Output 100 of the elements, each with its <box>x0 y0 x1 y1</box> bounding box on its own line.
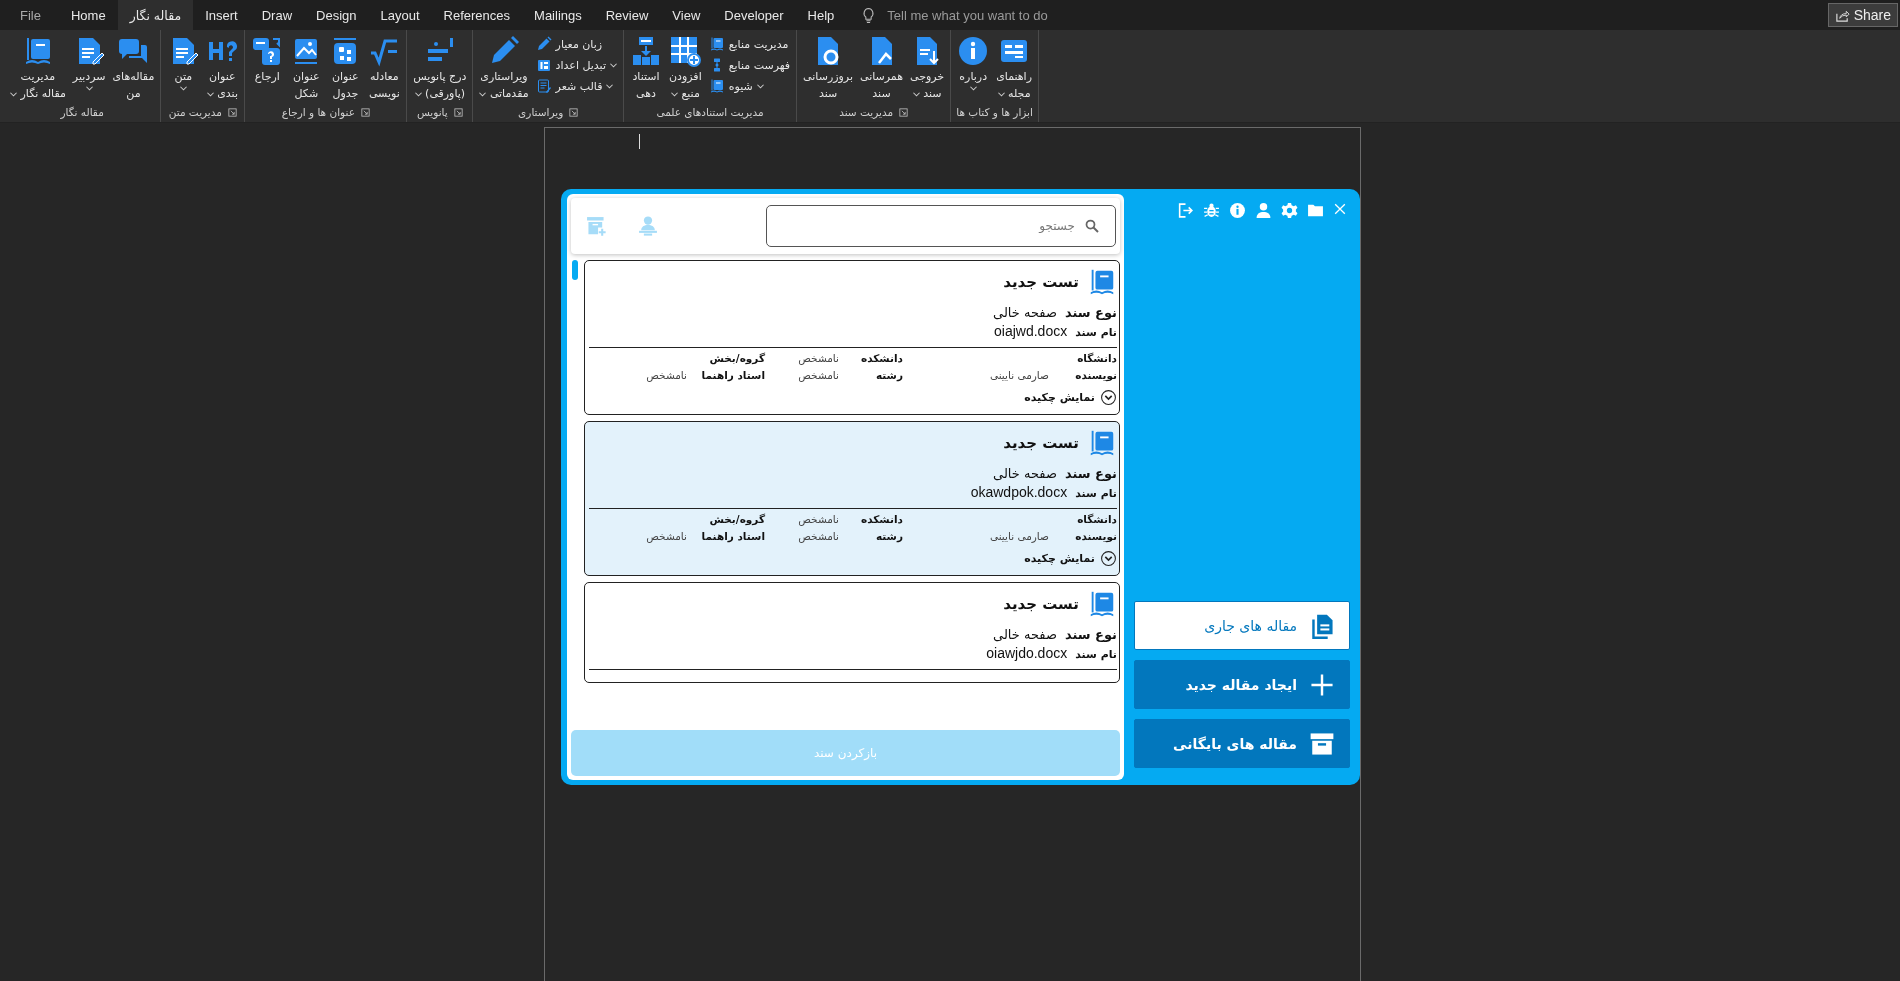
show-abstract-toggle[interactable]: نمایش چکیده <box>1024 389 1117 406</box>
show-abstract-toggle[interactable]: نمایش چکیده <box>1024 550 1117 567</box>
info-label: دانشگاه <box>1076 513 1117 525</box>
card-title: تست جدید <box>1003 595 1079 613</box>
plus-icon <box>1309 671 1335 698</box>
ribbon-button[interactable]: مدیریت مقاله نگار <box>7 33 69 103</box>
ribbon-button[interactable]: عنوان جدول <box>326 33 365 103</box>
ribbon-button[interactable]: راهنمای مجله <box>993 33 1035 103</box>
user-desk-icon <box>637 215 659 237</box>
group-label: مدیریت متن <box>168 106 222 118</box>
share-button[interactable]: Share <box>1827 3 1898 27</box>
nav-button[interactable]: مقاله های جاری <box>1134 601 1350 650</box>
close-icon <box>1333 202 1347 216</box>
ribbon-tab[interactable]: File <box>0 0 59 30</box>
info-label: استاد راهنما <box>700 369 765 381</box>
ribbon-tab[interactable]: Home <box>58 0 118 30</box>
nav-button[interactable]: مقاله های بایگانی <box>1134 719 1350 768</box>
ribbon-button[interactable]: معادله نویسی <box>365 33 404 103</box>
ribbon-tab[interactable]: Mailings <box>522 0 594 30</box>
field-value: صفحه خالی <box>993 304 1057 322</box>
gear-button[interactable] <box>1281 202 1298 219</box>
tell-me-field[interactable]: Tell me what you want to do <box>885 6 1110 24</box>
ribbon-button[interactable]: بروزرسانی سند <box>800 33 856 103</box>
dialog-launcher-icon <box>569 107 579 117</box>
group-label: مقاله نگار <box>60 106 104 118</box>
info-label: دانشکده <box>860 352 903 364</box>
ribbon-button[interactable]: فهرست منابع <box>705 55 794 75</box>
ribbon-tab[interactable]: Review <box>593 0 661 30</box>
text-cursor <box>639 134 640 149</box>
folder-button[interactable] <box>1307 202 1324 219</box>
ribbon-tab[interactable]: References <box>431 0 523 30</box>
ribbon-tab[interactable]: Insert <box>193 0 250 30</box>
folder-icon <box>1307 202 1324 219</box>
archive-icon <box>1309 730 1335 757</box>
ribbon-tab[interactable]: Design <box>304 0 369 30</box>
field-value: صفحه خالی <box>993 626 1057 644</box>
info-value: نامشخص <box>797 530 839 542</box>
group-label: عنوان ها و ارجاع <box>281 106 355 118</box>
dialog-launcher[interactable] <box>569 107 579 117</box>
person-button[interactable] <box>1255 202 1272 219</box>
ribbon-button[interactable]: مقاله‌های من <box>109 33 158 103</box>
ribbon-button[interactable]: درباره <box>954 33 993 93</box>
ribbon-button[interactable]: همرسانی سند <box>857 33 906 103</box>
ribbon-tab[interactable]: Help <box>795 0 847 30</box>
dialog-launcher[interactable] <box>899 107 909 117</box>
ribbon-button[interactable]: استناد دهی <box>627 33 665 103</box>
scrollbar-thumb[interactable] <box>572 260 578 280</box>
ribbon-button[interactable]: عنوان شکل <box>287 33 326 103</box>
user-button[interactable] <box>637 215 659 237</box>
field-label: نام سند <box>1075 325 1117 341</box>
ribbon-tab[interactable]: Layout <box>368 0 432 30</box>
search-icon <box>1084 218 1100 234</box>
ribbon-button[interactable]: زبان معیار <box>532 34 620 54</box>
info-label: استاد راهنما <box>700 530 765 542</box>
info-value: نامشخص <box>797 369 839 381</box>
field-label: نوع سند <box>1064 304 1117 322</box>
dialog-launcher[interactable] <box>360 107 370 117</box>
ribbon-button[interactable]: متن <box>164 33 203 93</box>
field-label: نام سند <box>1075 647 1117 663</box>
info-icon <box>1229 202 1246 219</box>
field-label: نوع سند <box>1064 465 1117 483</box>
ribbon-button[interactable]: تبدیل اعداد <box>532 55 620 75</box>
field-value: oiawjdo.docx <box>986 644 1068 663</box>
ribbon-button[interactable]: شیوه <box>705 76 794 96</box>
table-plus-icon <box>669 35 702 67</box>
archive-add-icon <box>585 215 607 237</box>
bug-button[interactable] <box>1203 202 1220 219</box>
card-title: تست جدید <box>1003 434 1079 452</box>
gear-icon <box>1281 202 1298 219</box>
book-icon <box>708 36 725 52</box>
info-button[interactable] <box>1229 202 1246 219</box>
dialog-launcher[interactable] <box>227 107 237 117</box>
field-label: نام سند <box>1075 486 1117 502</box>
ribbon-button[interactable]: خروجی سند <box>907 33 948 103</box>
dialog-launcher-icon <box>899 107 909 117</box>
ribbon-button[interactable]: افزودن منبع <box>666 33 705 103</box>
info-label: رشته <box>874 530 903 542</box>
info-label: گروه/بخش <box>708 513 765 525</box>
ribbon-tab[interactable]: Draw <box>249 0 305 30</box>
ribbon-button[interactable]: قالب شعر <box>532 76 620 96</box>
ribbon-button[interactable]: ارجاع <box>248 33 287 86</box>
info-value: نامشخص <box>645 530 687 542</box>
info-value: نامشخص <box>797 513 839 525</box>
ribbon-button[interactable]: درج پانویس (پاورقی) <box>410 33 470 103</box>
dialog-launcher[interactable] <box>453 107 463 117</box>
ribbon-tab[interactable]: Developer <box>712 0 796 30</box>
field-label: نوع سند <box>1064 626 1117 644</box>
ribbon-button[interactable]: مدیریت منابع <box>705 34 794 54</box>
info-value: صارمی نایینی <box>988 369 1049 381</box>
archive-add-button[interactable] <box>585 215 607 237</box>
search-field[interactable]: جستجو <box>766 205 1116 247</box>
group-label: مدیریت سند <box>839 106 894 118</box>
ribbon-tab[interactable]: مقاله نگار <box>117 0 194 30</box>
info-label: دانشکده <box>860 513 903 525</box>
ribbon-button[interactable]: عنوان بندی <box>203 33 242 103</box>
ribbon-button[interactable]: ویراستاری مقدماتی <box>476 33 532 103</box>
ribbon-tab[interactable]: View <box>660 0 713 30</box>
logout-button[interactable] <box>1177 202 1194 219</box>
nav-button[interactable]: ایجاد مقاله جدید <box>1134 660 1350 709</box>
ribbon-button[interactable]: سردبیر <box>69 33 109 93</box>
